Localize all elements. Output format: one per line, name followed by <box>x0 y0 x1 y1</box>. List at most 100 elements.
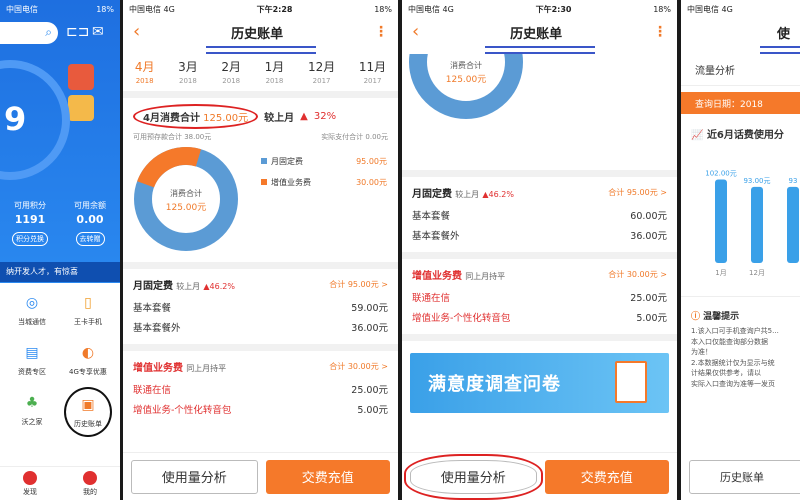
menu-item[interactable]: ◎ 当城通信 <box>4 293 60 327</box>
title-bar: ‹ 历史账单 ⋮ <box>123 18 398 46</box>
time-label: 下午2:28 <box>256 4 293 14</box>
more-icon[interactable]: ⋮ <box>653 24 667 40</box>
query-date-bar: 查询日期：2018 <box>681 92 800 114</box>
info-icon: ⓘ <box>691 312 701 322</box>
points-stat[interactable]: 可用积分 1191 积分兑换 <box>0 200 60 246</box>
category-label: 12月 <box>749 269 765 277</box>
balance-stat[interactable]: 可用余额 0.00 去转赠 <box>60 200 120 246</box>
title-bar: 使 <box>681 18 800 46</box>
svg-text:125.00元: 125.00元 <box>446 75 487 85</box>
status-bar: 中国电信 18% <box>0 0 120 18</box>
usage-analysis-button[interactable]: 使用量分析 <box>404 453 543 500</box>
message-icon[interactable]: ✉ <box>92 24 104 40</box>
menu-item[interactable]: ◐ 4G专享优惠 <box>60 343 116 377</box>
summary-label: 4月消费合计 <box>143 113 200 124</box>
tab-discover[interactable]: 发现 <box>23 470 37 497</box>
tab-traffic-analysis[interactable]: 流量分析 <box>681 54 800 86</box>
marquee-banner[interactable]: 纳开发人才，有惊喜 <box>0 262 120 282</box>
bar[interactable] <box>787 186 799 263</box>
pay-recharge-button[interactable]: 交费充值 <box>265 459 390 494</box>
history-bill-panel: 中国电信 4G 下午2:28 18% ‹ 历史账单 ⋮ 4月 2018 3月 201… <box>123 0 398 500</box>
service-menu: ◎ 当城通信 ▯ 王卡手机 ▤ 资费专区 ◐ 4G专享优惠 ♣ 沃之家 ▣ 历史账单 <box>0 283 120 441</box>
points-label: 可用积分 <box>14 201 46 210</box>
category-label: 1月 <box>715 269 726 277</box>
donut-center-label: 消费合计 <box>170 188 202 198</box>
scan-icon[interactable]: ⊏⊐ <box>66 24 89 40</box>
tab-bar: 发现 我的 <box>0 466 120 500</box>
survey-banner[interactable]: 满意度调查问卷 <box>410 353 669 413</box>
menu-item[interactable]: ▤ 资费专区 <box>4 343 60 377</box>
history-bill-menu-item[interactable]: ▣ 历史账单 <box>64 387 112 437</box>
fixed-fee-section[interactable]: 月固定费 较上月 ▲46.2% 合计 95.00元 > 基本套餐 59.00元 基… <box>123 269 398 334</box>
tab-month[interactable]: 11月 2017 <box>359 58 386 85</box>
battery-label: 18% <box>374 4 392 14</box>
search-icon: ⌕ <box>45 25 52 39</box>
donut-legend: 月固定费 95.00元 增值业务费 30.00元 <box>261 156 387 188</box>
battery-label: 18% <box>653 4 671 14</box>
back-icon[interactable]: ‹ <box>412 23 419 41</box>
tab-month[interactable]: 3月 2018 <box>178 58 198 85</box>
back-icon[interactable]: ‹ <box>133 23 140 41</box>
tab-month[interactable]: 12月 2017 <box>308 58 335 85</box>
search-input[interactable]: ⌕ <box>0 22 58 44</box>
history-bill-scrolled-panel: 中国电信 4G 下午2:30 18% ‹ 历史账单 ⋮ 消费合计 125.00元… <box>402 0 677 500</box>
bar-value-label: 93 <box>789 177 798 185</box>
points-button[interactable]: 积分兑换 <box>12 232 48 246</box>
tab-month[interactable]: 4月 2018 <box>135 58 155 85</box>
donut-chart: 消费合计 125.00元 <box>134 147 238 251</box>
usage-analysis-button[interactable]: 使用量分析 <box>131 459 258 494</box>
usage-bar-chart: 102.00元 1月 93.00元 12月 93 <box>705 170 799 277</box>
legend-item: 月固定费 95.00元 <box>261 156 387 167</box>
balance-button[interactable]: 去转赠 <box>75 232 105 246</box>
usage-value: 9 <box>4 100 27 138</box>
menu-item[interactable]: ▯ 王卡手机 <box>60 293 116 327</box>
promo-icon[interactable] <box>68 95 94 121</box>
balance-value: 0.00 <box>76 213 104 226</box>
tab-month[interactable]: 1月 2018 <box>265 58 285 85</box>
pay-recharge-button[interactable]: 交费充值 <box>544 459 669 494</box>
trend-up-icon: ▲ <box>300 111 308 122</box>
donut-area: 消费合计 125.00元 月固定费 95.00元 增值业务费 30.00元 <box>123 142 398 262</box>
action-bar: 使用量分析 交费充值 <box>402 452 677 500</box>
bar-value-label: 102.00元 <box>705 170 737 178</box>
chart-icon: 📈 <box>691 130 704 141</box>
redacted-phone-number <box>205 46 316 54</box>
bar-value-label: 93.00元 <box>743 177 770 185</box>
balance-label: 可用余额 <box>74 201 106 210</box>
redacted-phone-number <box>760 46 800 54</box>
discover-icon <box>23 470 37 485</box>
action-bar: 使用量分析 交费充值 <box>123 452 398 500</box>
fixed-fee-section[interactable]: 月固定费 较上月 ▲46.2% 合计 95.00元 > 基本套餐 60.00元 基… <box>402 177 677 242</box>
menu-item[interactable]: ♣ 沃之家 <box>4 393 60 431</box>
fixed-total-link[interactable]: 合计 95.00元 > <box>329 279 388 290</box>
history-bill-button[interactable]: 历史账单 <box>689 460 800 494</box>
battery-label: 18% <box>96 4 114 14</box>
bar[interactable] <box>715 179 727 263</box>
usage-analysis-panel: 中国电信 4G 使 流量分析 查询日期：2018 📈 近6月话费使用分 102.… <box>681 0 800 500</box>
summary-section: 4月消费合计 125.00元 较上月 ▲ 32% 可用预存款合计 38.00元 实… <box>123 98 398 142</box>
globe-icon: ◎ <box>25 295 39 311</box>
user-icon <box>83 470 97 485</box>
list-item: 基本套餐外 36.00元 <box>412 231 667 242</box>
bar[interactable] <box>751 186 763 263</box>
tab-mine[interactable]: 我的 <box>83 470 97 497</box>
phone-icon: ▯ <box>84 295 92 311</box>
vas-total-link[interactable]: 合计 30.00元 > <box>329 361 388 372</box>
trend-value: 32% <box>313 111 337 122</box>
more-icon[interactable]: ⋮ <box>374 24 388 40</box>
promo-icon[interactable] <box>68 64 94 90</box>
page-title: 使 <box>776 26 790 42</box>
list-item: 增值业务-个性化转音包 5.00元 <box>412 313 667 324</box>
vas-fee-section[interactable]: 增值业务费 同上月持平 合计 30.00元 > 联通在信 25.00元 增值业务-… <box>402 259 677 324</box>
tab-month[interactable]: 2月 2018 <box>221 58 241 85</box>
redacted-phone-number <box>484 46 595 54</box>
legend-item: 增值业务费 30.00元 <box>261 177 387 188</box>
status-bar: 中国电信 4G 下午2:30 18% <box>408 4 671 14</box>
vas-fee-section[interactable]: 增值业务费 同上月持平 合计 30.00元 > 联通在信 25.00元 增值业务-… <box>123 351 398 416</box>
clipboard-icon <box>615 361 647 403</box>
list-item: 基本套餐 59.00元 <box>133 303 388 314</box>
list-item: 基本套餐外 36.00元 <box>133 323 388 334</box>
list-item: 基本套餐 60.00元 <box>412 211 667 222</box>
survey-banner-text: 满意度调查问卷 <box>428 374 561 395</box>
donut-center-value: 125.00元 <box>166 203 207 213</box>
